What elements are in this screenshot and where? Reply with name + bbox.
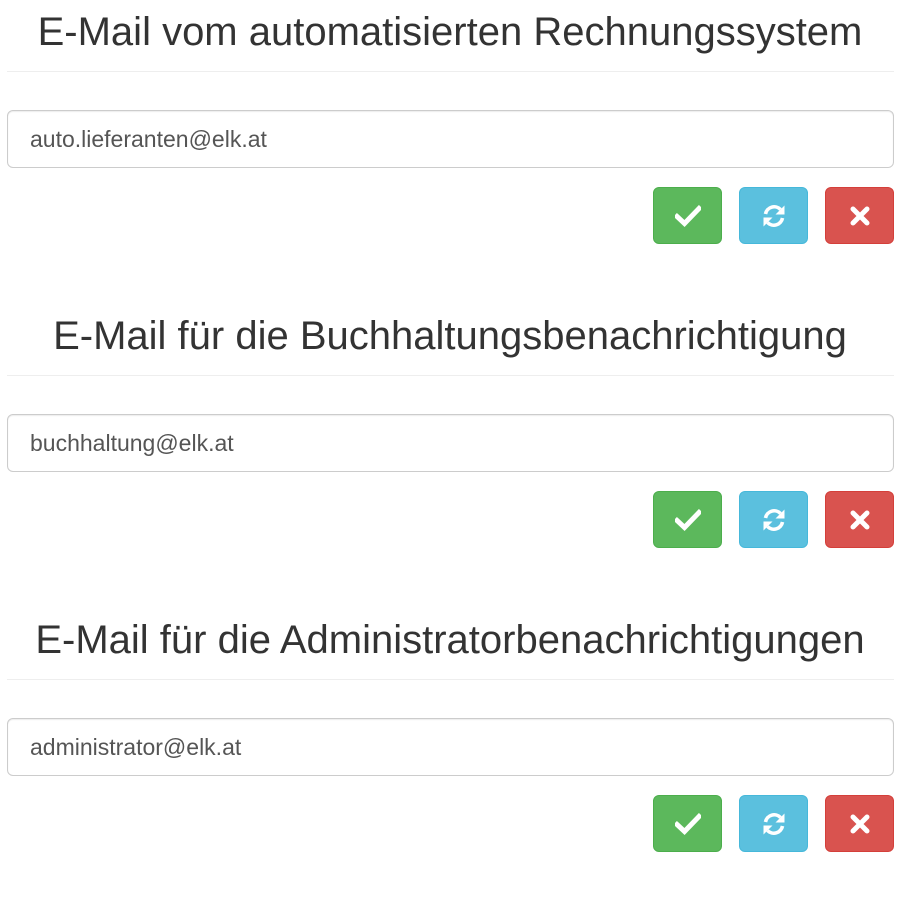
section-title: E-Mail für die Buchhaltungsbenachrichtig… [53, 314, 847, 358]
accounting-email-section: E-Mail für die Buchhaltungsbenachrichtig… [0, 304, 904, 608]
section-title: E-Mail für die Administratorbenachrichti… [35, 618, 865, 662]
divider [7, 71, 894, 72]
accounting-email-input[interactable] [7, 414, 894, 472]
refresh-icon [763, 204, 784, 227]
save-button[interactable] [653, 187, 722, 244]
save-button[interactable] [653, 795, 722, 852]
reset-button[interactable] [739, 491, 808, 548]
admin-email-input[interactable] [7, 718, 894, 776]
times-icon [850, 206, 869, 225]
section-title: E-Mail vom automatisierten Rechnungssyst… [37, 10, 863, 54]
refresh-icon [763, 812, 784, 835]
times-icon [850, 814, 869, 833]
check-icon [674, 204, 701, 227]
refresh-icon [763, 508, 784, 531]
settings-page: E-Mail vom automatisierten Rechnungssyst… [0, 0, 904, 872]
check-icon [674, 508, 701, 531]
reset-button[interactable] [739, 795, 808, 852]
admin-email-section: E-Mail für die Administratorbenachrichti… [0, 608, 904, 912]
invoice-system-email-section: E-Mail vom automatisierten Rechnungssyst… [0, 0, 904, 304]
reset-button[interactable] [739, 187, 808, 244]
save-button[interactable] [653, 491, 722, 548]
delete-button[interactable] [825, 491, 894, 548]
divider [7, 679, 894, 680]
check-icon [674, 812, 701, 835]
delete-button[interactable] [825, 187, 894, 244]
times-icon [850, 510, 869, 529]
delete-button[interactable] [825, 795, 894, 852]
divider [7, 375, 894, 376]
invoice-system-email-input[interactable] [7, 110, 894, 168]
